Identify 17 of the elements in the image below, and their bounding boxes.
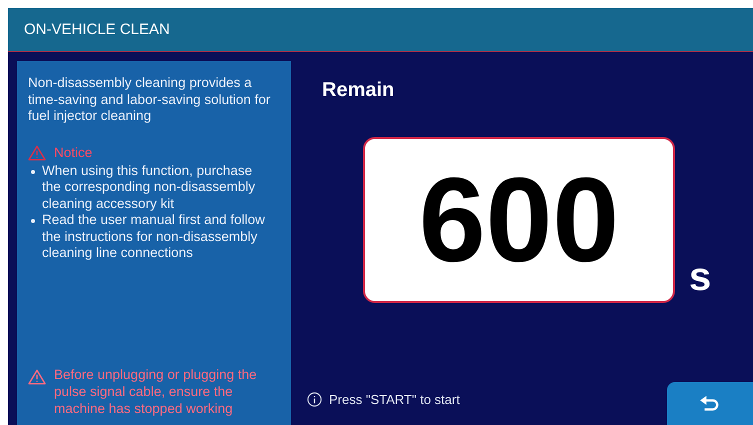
- back-button[interactable]: [667, 382, 753, 425]
- notice-item: When using this function, purchase the corresponding non-disassembly cleaning accessory kit: [42, 162, 256, 212]
- unit-label: s: [689, 257, 712, 297]
- notice-title: Notice: [54, 145, 92, 160]
- warning-icon: [28, 144, 46, 160]
- hint-text: Press "START" to start: [329, 392, 460, 407]
- bullet-icon: [31, 219, 35, 223]
- notice-item: Read the user manual first and follow the instructions for non-disassembly cleaning line connections: [42, 212, 266, 262]
- description-text: Non-disassembly cleaning provides a time-saving and labor-saving solution for fuel injector cleaning: [28, 75, 271, 124]
- back-icon: [699, 395, 721, 413]
- remain-label: Remain: [322, 79, 394, 102]
- warning-text: Before unplugging or plugging the pulse signal cable, ensure the machine has stopped working: [54, 366, 258, 417]
- bullet-icon: [31, 170, 35, 174]
- info-icon: [307, 392, 322, 407]
- countdown-value: 600: [418, 160, 620, 280]
- screen-title: ON-VEHICLE CLEAN: [24, 21, 170, 38]
- warning-icon: [28, 369, 46, 385]
